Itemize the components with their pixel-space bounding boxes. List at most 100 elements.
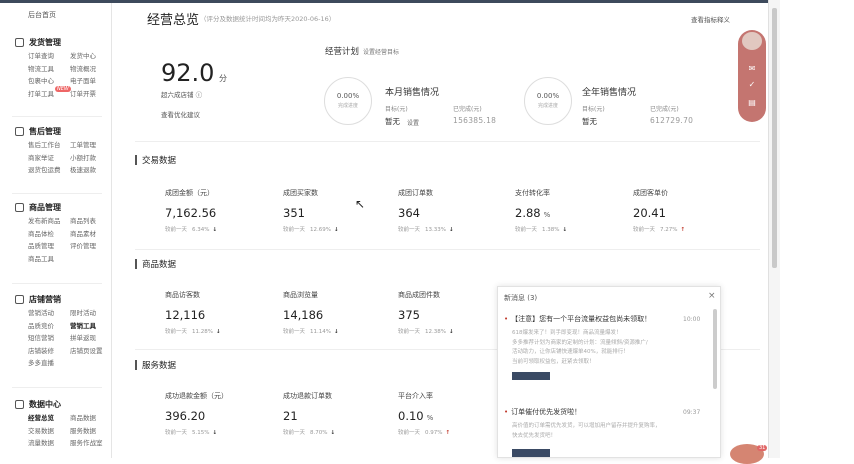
metric-card[interactable]: 成团订单数 364 较前一天 13.33% ↓ xyxy=(398,188,508,233)
sidebar-item-reviews[interactable]: 评价管理 xyxy=(70,240,111,250)
sidebar-item-campaigns[interactable]: 营销活动 xyxy=(28,307,70,317)
popup-scrollbar[interactable] xyxy=(713,309,717,389)
sidebar-item-service-data[interactable]: 服务数据 xyxy=(70,425,111,435)
sidebar-item-quality[interactable]: 品质管理 xyxy=(28,240,70,250)
score-value: 92.0 xyxy=(161,59,215,87)
metric-value: 364 xyxy=(398,206,420,220)
sidebar-head-data[interactable]: 数据中心 xyxy=(0,397,111,411)
metric-compare: 较前一天 11.14% ↓ xyxy=(283,327,393,335)
compare-value: 12.69% xyxy=(310,227,331,233)
metric-compare: 较前一天 8.70% ↓ xyxy=(283,428,393,436)
metric-card[interactable]: 商品成团件数 375 较前一天 12.38% ↓ xyxy=(398,290,508,335)
bullet-icon: • xyxy=(504,408,509,416)
sidebar-item-goods-check[interactable]: 商品体检 xyxy=(28,228,70,238)
check-icon[interactable]: ✓ xyxy=(747,80,757,90)
sidebar-item-war-room[interactable]: 服务作战室 xyxy=(70,437,111,447)
metric-value: 7,162.56 xyxy=(165,206,217,220)
sidebar-item-evidence[interactable]: 商家举证 xyxy=(28,152,70,162)
message-title[interactable]: • 订单催付优先发货啦！ xyxy=(504,407,581,417)
message-title-text: 【注意】您有一个平台流量权益包尚未领取！ xyxy=(511,315,652,323)
plan-title: 经营计划 xyxy=(325,47,360,57)
sidebar-item-package-center[interactable]: 包裹中心 xyxy=(28,75,70,85)
page-scrollbar[interactable] xyxy=(768,0,780,458)
message-line: 高价值的订单需优先发货，可以增加用户留存并提升复购率， xyxy=(512,423,661,429)
sidebar-section-data: 数据中心 经营总览 商品数据 交易数据 服务数据 流量数据 服务作战室 xyxy=(0,397,111,449)
sidebar-item-return-shipping[interactable]: 退货包运费 xyxy=(28,164,70,174)
sidebar-section-title: 商品管理 xyxy=(29,202,61,212)
arrow-down-icon: ↓ xyxy=(212,227,218,233)
sidebar-head-aftersale[interactable]: 售后管理 xyxy=(0,124,111,138)
trade-section-title: 交易数据 xyxy=(135,154,176,166)
sidebar-item-marketing-tools[interactable]: 营销工具 xyxy=(70,320,111,330)
chat-icon[interactable]: ✉ xyxy=(747,64,757,74)
month-progress-label: 完成进度 xyxy=(337,103,358,109)
sidebar-item-logistics-overview[interactable]: 物流概况 xyxy=(70,63,111,73)
sidebar-item-shop-settings[interactable]: 店铺页设置 xyxy=(70,345,111,355)
metric-compare: 较前一天 0.97% ↑ xyxy=(398,428,508,436)
sidebar-item-e-waybill[interactable]: 电子面单 xyxy=(70,75,111,85)
sidebar-head-marketing[interactable]: 店铺营销 xyxy=(0,292,111,306)
sidebar-item-print-tool[interactable]: 打单工具 NEW xyxy=(28,85,71,98)
sidebar-item-sms[interactable]: 短信营销 xyxy=(28,332,70,342)
metric-card[interactable]: 商品访客数 12,116 较前一天 11.28% ↓ xyxy=(165,290,275,335)
document-icon[interactable]: ▤ xyxy=(747,98,757,108)
metric-card[interactable]: 平台介入率 0.10% 较前一天 0.97% ↑ xyxy=(398,391,508,436)
sidebar-item-order-query[interactable]: 订单查询 xyxy=(28,50,70,60)
message-title[interactable]: • 【注意】您有一个平台流量权益包尚未领取！ xyxy=(504,314,651,324)
sidebar-item-fast-refund[interactable]: 极速退款 xyxy=(70,164,111,174)
metric-card[interactable]: 成功退款订单数 21 较前一天 8.70% ↓ xyxy=(283,391,393,436)
close-icon[interactable]: × xyxy=(708,291,716,301)
divider xyxy=(135,249,760,250)
sidebar-item-aftersale-desk[interactable]: 售后工作台 xyxy=(28,139,70,149)
month-target-label: 目标(元) xyxy=(385,106,408,113)
year-done-label: 已完成(元) xyxy=(650,106,679,113)
sidebar-item-goods-list[interactable]: 商品列表 xyxy=(70,215,111,225)
sidebar-item-trade-data[interactable]: 交易数据 xyxy=(28,425,70,435)
sidebar-item-traffic-data[interactable]: 流量数据 xyxy=(28,437,70,447)
message-action-button[interactable] xyxy=(512,372,550,380)
set-goal-link[interactable]: 设置经营目标 xyxy=(363,47,399,56)
sidebar-row: 多多直播 xyxy=(0,356,111,369)
sidebar-item-live[interactable]: 多多直播 xyxy=(28,357,70,367)
sidebar-item-ship-center[interactable]: 发货中心 xyxy=(70,50,111,60)
sidebar-item-invoice[interactable]: 订单开票 xyxy=(70,88,111,98)
sidebar-section-shipping: 发货管理 订单查询 发货中心 物流工具 物流概况 包裹中心 电子面单 打单工具 NEW 订… xyxy=(0,35,111,99)
month-done-value: 156385.18 xyxy=(453,116,497,125)
sidebar-item-new-goods[interactable]: 发布新商品 xyxy=(28,215,70,225)
sidebar-item-goods-data[interactable]: 商品数据 xyxy=(70,412,111,422)
metric-card[interactable]: 商品浏览量 14,186 较前一天 11.14% ↓ xyxy=(283,290,393,335)
message-action-button[interactable] xyxy=(512,449,550,457)
metric-card[interactable]: 支付转化率 2.88% 较前一天 1.38% ↓ xyxy=(515,188,625,233)
sidebar-item-decoration[interactable]: 店铺装修 xyxy=(28,345,70,355)
help-icon[interactable]: ⓘ xyxy=(196,91,203,99)
month-set-target-link[interactable]: 设置 xyxy=(407,118,419,127)
metric-card[interactable]: 成团客单价 20.41 较前一天 7.27% ↑ xyxy=(633,188,743,233)
sidebar-head-goods[interactable]: 商品管理 xyxy=(0,200,111,214)
sidebar-row: 流量数据 服务作战室 xyxy=(0,436,111,449)
metric-unit: % xyxy=(543,211,551,219)
sidebar-item-ticket[interactable]: 工单管理 xyxy=(70,139,111,149)
sidebar-item-flash-sale[interactable]: 限时活动 xyxy=(70,307,111,317)
sidebar-item-goods-tools[interactable]: 商品工具 xyxy=(28,253,70,263)
metric-card[interactable]: 成团买家数 351 较前一天 12.69% ↓ xyxy=(283,188,393,233)
sidebar-item-small-payment[interactable]: 小额打款 xyxy=(70,152,111,162)
compare-value: 0.97% xyxy=(425,430,443,436)
section-title-text: 交易数据 xyxy=(142,156,177,166)
sidebar-item-cashback[interactable]: 拼单返现 xyxy=(70,332,111,342)
metric-value: 0.10 xyxy=(398,409,424,423)
compare-value: 13.33% xyxy=(425,227,446,233)
sidebar-head-shipping[interactable]: 发货管理 xyxy=(0,35,111,49)
sidebar-item-bidding[interactable]: 品质竞价 xyxy=(28,320,70,330)
scrollbar-thumb[interactable] xyxy=(772,8,777,268)
sidebar-item-goods-material[interactable]: 商品素材 xyxy=(70,228,111,238)
metric-card[interactable]: 成团金额（元） 7,162.56 较前一天 6.34% ↓ xyxy=(165,188,275,233)
truck-icon xyxy=(15,37,24,47)
compare-label: 较前一天 xyxy=(633,227,656,233)
sidebar-home-link[interactable]: 后台首页 xyxy=(28,10,56,20)
optimize-link[interactable]: 查看优化建议 xyxy=(161,109,200,119)
sidebar-item-overview[interactable]: 经营总览 xyxy=(28,412,70,422)
sidebar-item-logistics-tools[interactable]: 物流工具 xyxy=(28,63,70,73)
metric-card[interactable]: 成功退款金额（元） 396.20 较前一天 5.15% ↓ xyxy=(165,391,275,436)
metric-explain-link[interactable]: 查看指标释义 xyxy=(691,14,730,24)
assistant-widget[interactable]: ✉ ✓ ▤ xyxy=(738,30,766,122)
